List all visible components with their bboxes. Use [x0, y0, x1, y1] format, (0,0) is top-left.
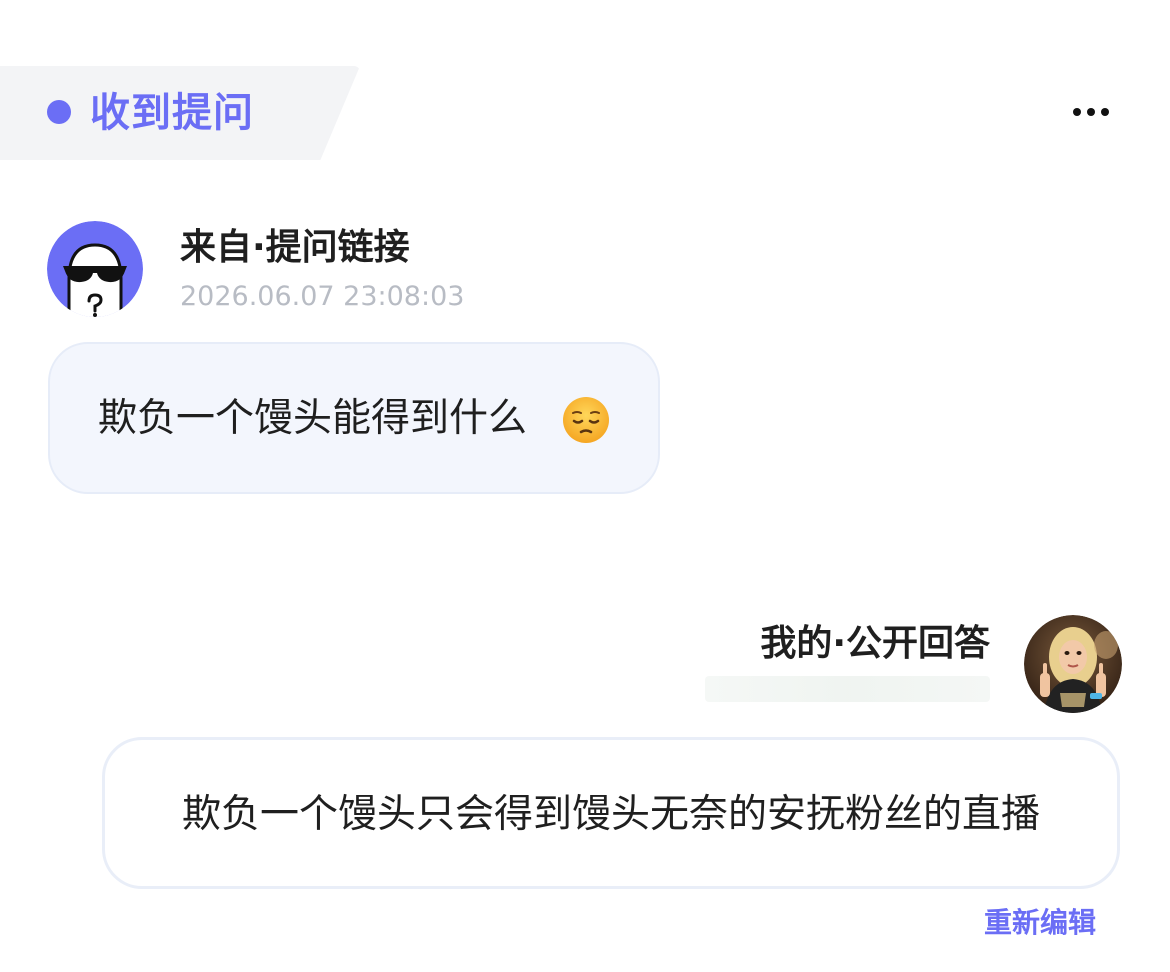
header-dot-icon [47, 100, 71, 124]
answer-bubble: 欺负一个馒头只会得到馒头无奈的安抚粉丝的直播 [102, 737, 1120, 889]
asker-avatar[interactable] [47, 221, 143, 317]
anonymous-sunglasses-avatar-icon [47, 221, 143, 317]
answer-label: 我的·公开回答 [760, 623, 990, 664]
more-dot-icon [1101, 108, 1109, 116]
answerer-avatar[interactable] [1024, 615, 1122, 713]
question-bubble: 欺负一个馒头能得到什么 [48, 342, 660, 494]
page-title: 收到提问 [90, 90, 254, 136]
question-text: 欺负一个馒头能得到什么 [98, 396, 528, 441]
question-source-label: 来自·提问链接 [180, 227, 410, 268]
user-photo-avatar-icon [1024, 615, 1122, 713]
more-dot-icon [1073, 108, 1081, 116]
answer-subtitle-blurred [705, 676, 990, 702]
re-edit-button[interactable]: 重新编辑 [960, 904, 1096, 942]
more-dot-icon [1087, 108, 1095, 116]
answer-text: 欺负一个馒头只会得到馒头无奈的安抚粉丝的直播 [181, 792, 1040, 837]
question-timestamp: 2026.06.07 23:08:03 [180, 281, 465, 312]
pensive-face-emoji-icon [562, 396, 610, 444]
more-options-button[interactable] [1066, 96, 1116, 128]
